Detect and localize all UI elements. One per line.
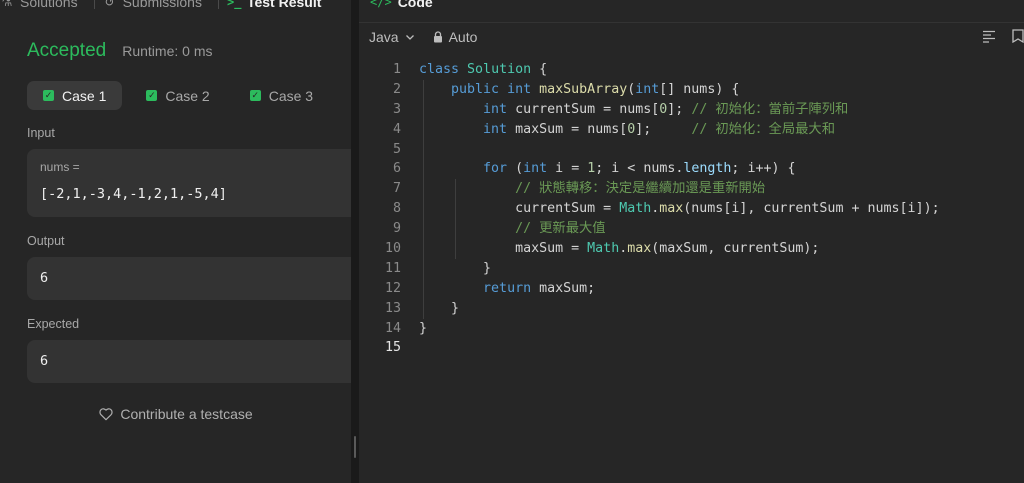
code-line[interactable]: 10 maxSum = Math.max(maxSum, currentSum)…	[359, 239, 1024, 259]
flask-icon: ⚗	[1, 0, 13, 9]
code-text: for (int i = 1; i < nums.length; i++) {	[483, 161, 796, 177]
check-icon: ✓	[146, 90, 158, 101]
contribute-testcase-label: Contribute a testcase	[120, 406, 253, 422]
lock-icon	[433, 30, 442, 42]
auto-mode-indicator[interactable]: Auto	[433, 28, 478, 45]
line-number: 15	[384, 340, 401, 356]
panel-resize-divider[interactable]	[351, 0, 359, 483]
test-result-panel: ⚗ Solutions ↺ Submissions >_ Test Result…	[0, 0, 351, 483]
tab-submissions-label: Submissions	[122, 0, 202, 10]
line-number: 3	[392, 101, 401, 117]
code-text: class Solution {	[419, 62, 548, 77]
terminal-icon: >_	[226, 0, 242, 9]
expected-value: 6	[40, 353, 49, 369]
code-text: // 更新最大值	[515, 221, 606, 237]
output-label: Output	[27, 234, 65, 248]
code-panel-header: </> Code	[370, 0, 433, 12]
code-line[interactable]: 14}	[359, 319, 1024, 339]
code-editor[interactable]: 1 class Solution { 2 public int maxSubArra…	[359, 60, 1024, 358]
code-line[interactable]: 3 int currentSum = nums[0]; // 初始化：當前子陣列…	[359, 100, 1024, 120]
resize-grip-icon[interactable]	[354, 436, 356, 458]
tab-solutions[interactable]: ⚗ Solutions	[0, 0, 78, 10]
case-tab-1[interactable]: ✓ Case 1	[27, 81, 123, 110]
code-line[interactable]: 9 // 更新最大值	[359, 219, 1024, 239]
chevron-down-icon	[405, 34, 414, 40]
code-line[interactable]: 4 int maxSum = nums[0]; // 初始化：全局最大和	[359, 120, 1024, 140]
editor-tools	[982, 29, 1024, 43]
code-text: }	[419, 320, 428, 336]
auto-mode-label: Auto	[448, 28, 478, 45]
code-line[interactable]: 12 return maxSum;	[359, 279, 1024, 299]
expected-box: 6	[27, 340, 351, 383]
case-tab-2[interactable]: ✓ Case 2	[130, 81, 225, 110]
line-number: 12	[384, 280, 401, 296]
result-status: Accepted	[27, 40, 107, 61]
code-line[interactable]: 15	[359, 338, 1024, 358]
heart-icon	[99, 408, 113, 421]
code-text: // 狀態轉移：決定是繼續加還是重新開始	[515, 181, 766, 197]
case-tab-label: Case 3	[268, 87, 314, 104]
check-icon: ✓	[43, 90, 54, 101]
case-tab-label: Case 1	[62, 87, 107, 104]
input-var-name: nums =	[40, 160, 80, 174]
case-tab-3[interactable]: ✓ Case 3	[234, 81, 329, 110]
tab-submissions[interactable]: ↺ Submissions	[103, 0, 202, 10]
code-line[interactable]: 2 public int maxSubArray(int[] nums) {	[359, 80, 1024, 100]
code-text: }	[451, 300, 460, 316]
code-text: int maxSum = nums[0]; // 初始化：全局最大和	[483, 121, 836, 137]
code-panel: </> Code Java Auto 1 class Solution {2 …	[359, 0, 1024, 483]
line-number: 2	[392, 81, 401, 97]
code-line[interactable]: 11 }	[359, 259, 1024, 279]
bookmark-icon[interactable]	[1010, 29, 1024, 43]
code-text: int currentSum = nums[0]; // 初始化：當前子陣列和	[483, 101, 849, 117]
code-line[interactable]: 6 for (int i = 1; i < nums.length; i++) …	[359, 159, 1024, 179]
case-tab-label: Case 2	[165, 87, 210, 104]
output-box: 6	[27, 257, 351, 300]
code-text: return maxSum;	[483, 280, 596, 296]
output-value: 6	[40, 270, 49, 286]
expected-label: Expected	[27, 317, 80, 331]
history-icon: ↺	[104, 0, 115, 9]
line-number: 13	[384, 300, 401, 316]
language-selector[interactable]: Java	[369, 29, 415, 45]
line-number: 8	[392, 201, 401, 217]
left-tab-bar: ⚗ Solutions ↺ Submissions >_ Test Result	[0, 0, 337, 12]
result-summary: Accepted Runtime: 0 ms	[27, 40, 212, 62]
check-icon: ✓	[249, 90, 261, 101]
line-number: 6	[392, 161, 401, 177]
input-value: [-2,1,-3,4,-1,2,1,-5,4]	[40, 186, 227, 202]
code-text: public int maxSubArray(int[] nums) {	[451, 81, 740, 97]
tab-solutions-label: Solutions	[20, 0, 78, 10]
code-panel-title: Code	[397, 0, 433, 10]
line-number: 11	[384, 260, 401, 276]
line-number: 4	[392, 121, 401, 137]
code-line[interactable]: 1 class Solution {	[359, 60, 1024, 80]
line-number: 10	[384, 241, 401, 257]
line-number: 7	[392, 181, 401, 197]
code-text: currentSum = Math.max(nums[i], currentSu…	[515, 201, 940, 217]
line-number: 1	[392, 62, 401, 77]
format-icon[interactable]	[982, 29, 996, 43]
input-box[interactable]: nums = [-2,1,-3,4,-1,2,1,-5,4]	[27, 149, 351, 217]
code-line[interactable]: 13 }	[359, 299, 1024, 319]
code-line[interactable]: 5	[359, 140, 1024, 160]
contribute-testcase-button[interactable]: Contribute a testcase	[0, 406, 351, 422]
line-number: 9	[392, 221, 401, 237]
line-number: 5	[392, 141, 401, 157]
tab-test-result-label: Test Result	[246, 0, 322, 10]
tab-separator	[93, 0, 95, 9]
editor-toolbar: Java Auto	[359, 22, 1024, 50]
code-line[interactable]: 8 currentSum = Math.max(nums[i], current…	[359, 199, 1024, 219]
runtime-text: Runtime: 0 ms	[122, 43, 213, 59]
input-label: Input	[27, 126, 55, 140]
tab-test-result[interactable]: >_ Test Result	[227, 0, 321, 10]
case-tabs: ✓ Case 1 ✓ Case 2 ✓ Case 3	[27, 81, 329, 110]
code-text: }	[483, 260, 492, 276]
code-text: maxSum = Math.max(maxSum, currentSum);	[515, 241, 820, 257]
tab-separator	[217, 0, 219, 9]
code-icon: </>	[370, 0, 392, 9]
code-line[interactable]: 7 // 狀態轉移：決定是繼續加還是重新開始	[359, 179, 1024, 199]
line-number: 14	[384, 320, 401, 336]
language-label: Java	[369, 28, 399, 45]
